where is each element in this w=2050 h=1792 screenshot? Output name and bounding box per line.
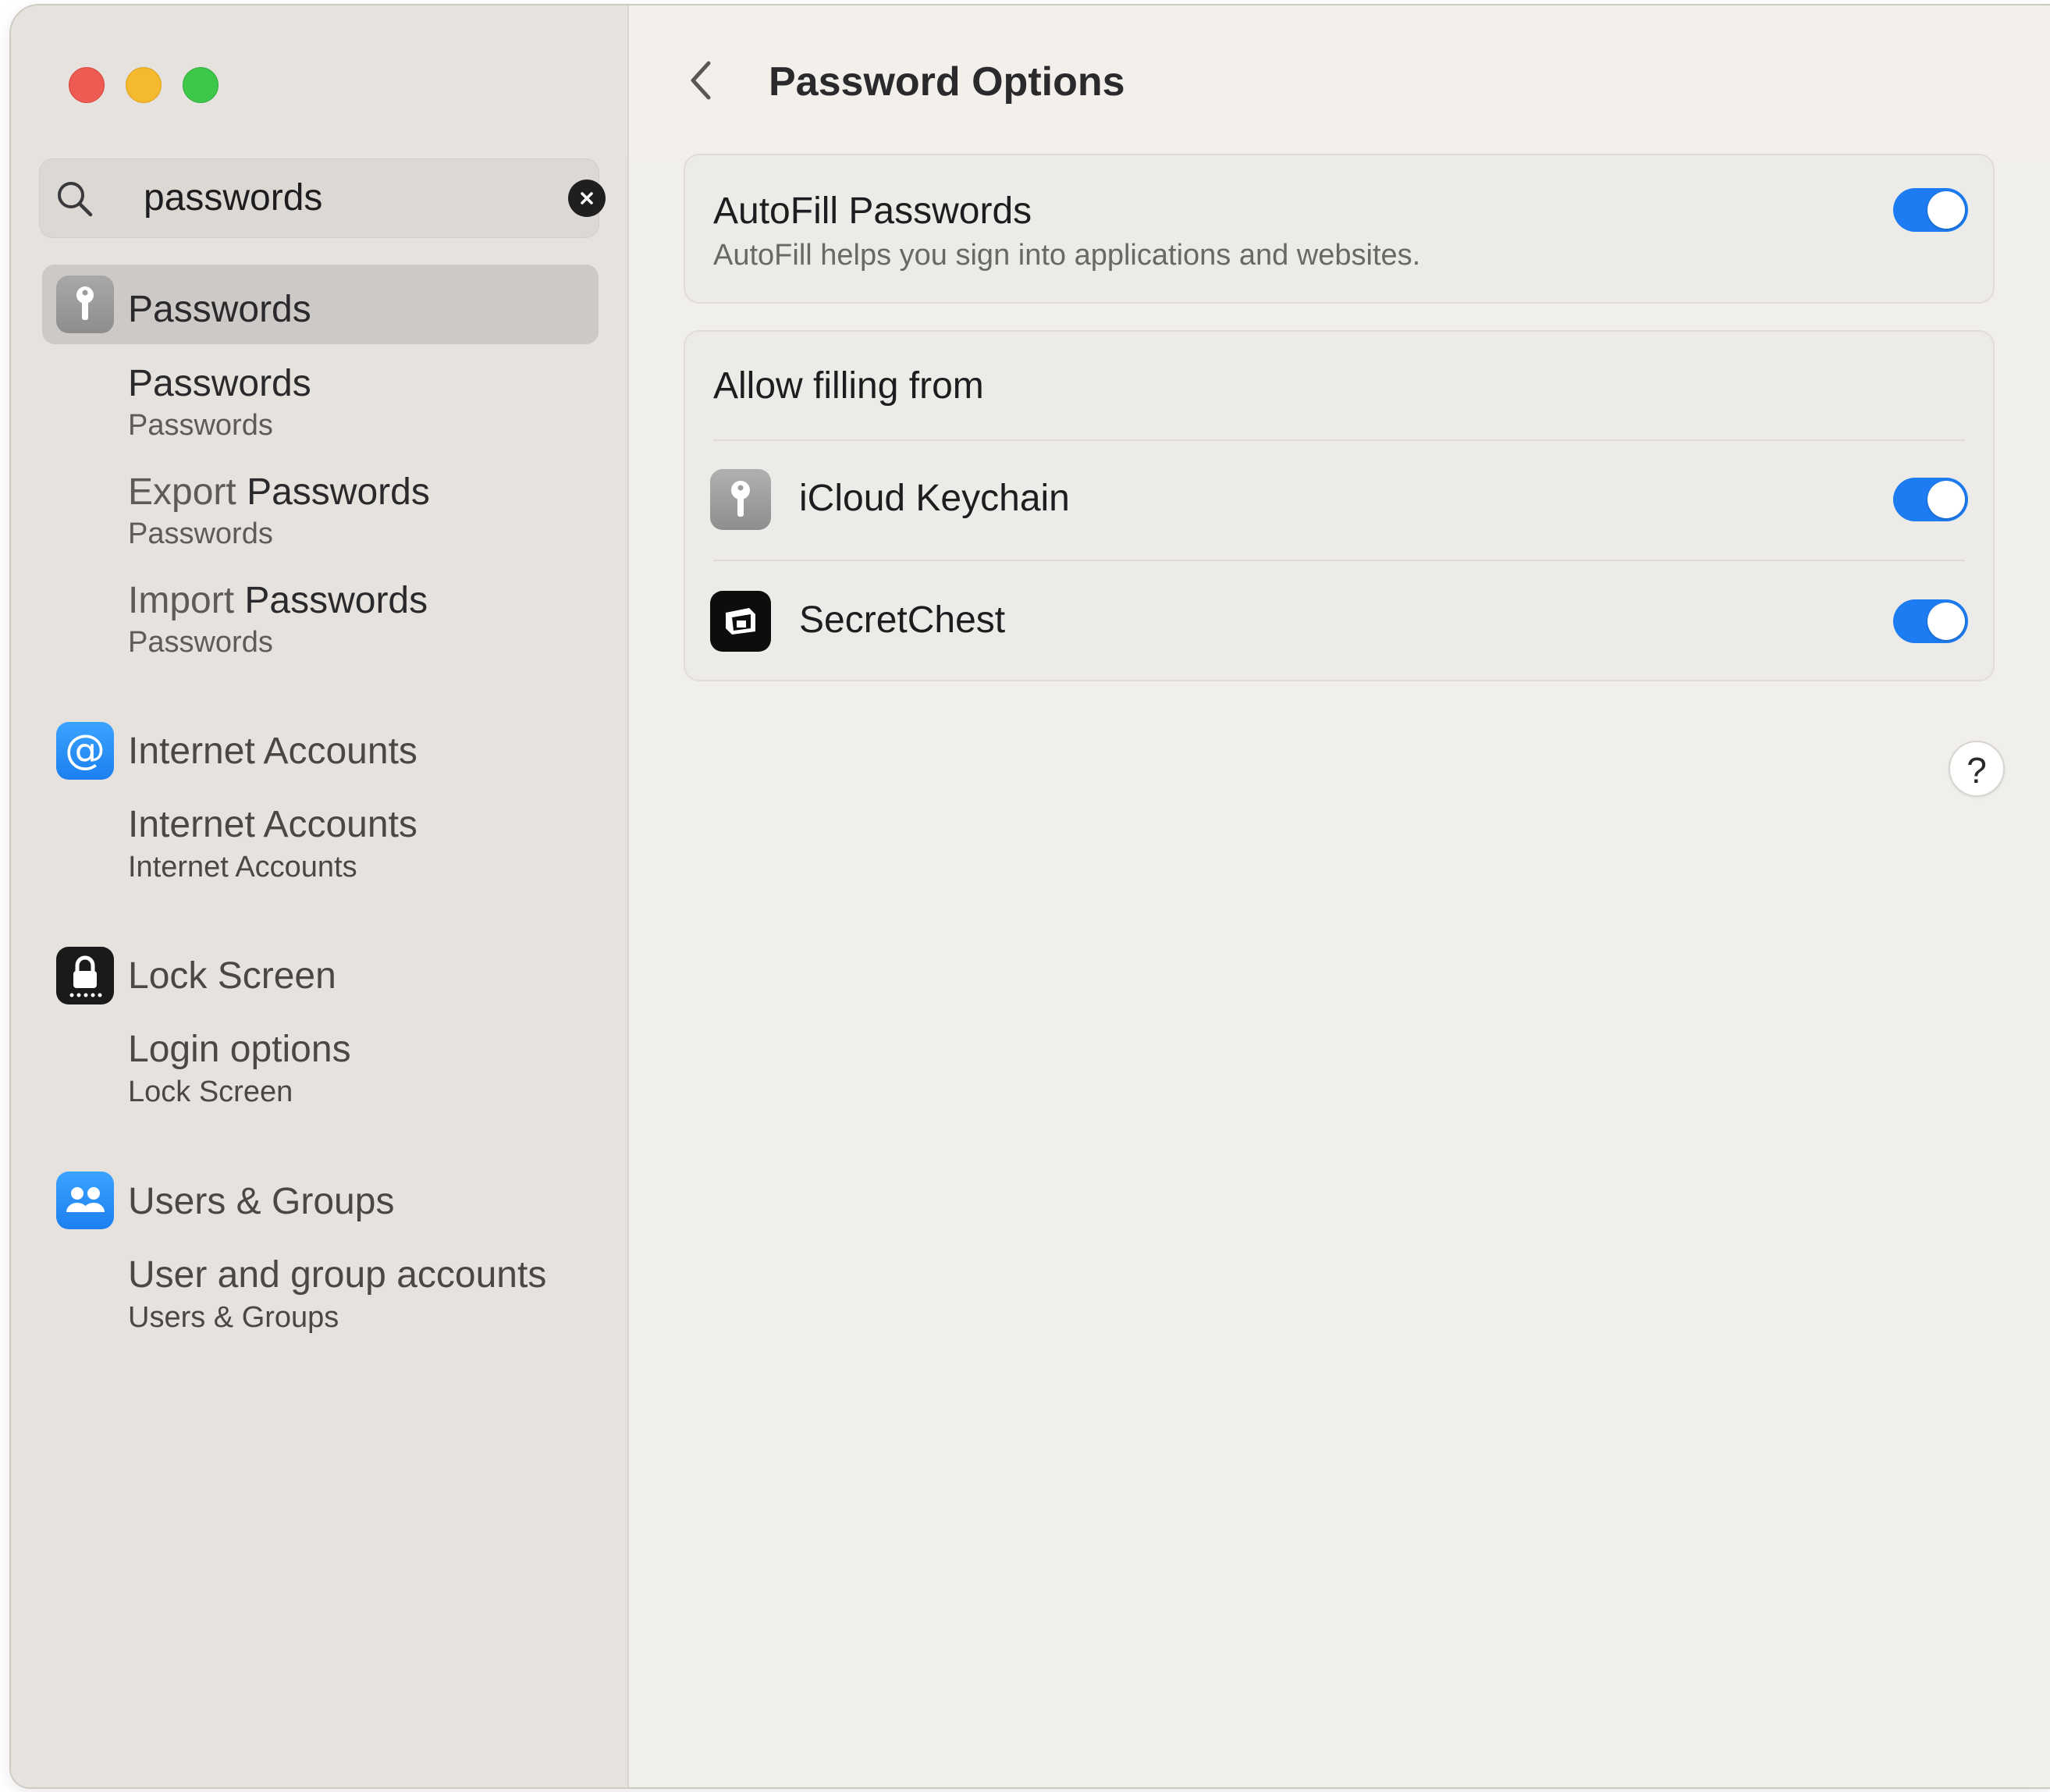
result-title-prefix: Export [128, 471, 247, 513]
icloud-keychain-toggle[interactable] [1893, 478, 1968, 521]
main-pane: Password Options AutoFill Passwords Auto… [629, 5, 2050, 1787]
sidebar-item-internet-accounts[interactable]: Internet Accounts [128, 730, 417, 773]
toggle-knob [1927, 191, 1965, 229]
secretchest-icon [710, 591, 771, 652]
page-title: Password Options [769, 59, 1125, 105]
autofill-toggle[interactable] [1893, 188, 1968, 232]
search-input[interactable]: passwords [144, 176, 322, 221]
zoom-window-button[interactable] [183, 67, 219, 103]
result-caption: Passwords [128, 626, 273, 659]
autofill-title: AutoFill Passwords [713, 190, 1032, 232]
source-label-icloud-keychain: iCloud Keychain [799, 478, 1070, 519]
autofill-description: AutoFill helps you sign into application… [713, 239, 1421, 272]
search-icon [58, 182, 93, 217]
source-label-secretchest: SecretChest [799, 599, 1006, 641]
sidebar-item-label: Passwords [128, 289, 311, 330]
result-caption: Internet Accounts [128, 851, 357, 884]
clear-search-icon[interactable] [568, 180, 606, 217]
allow-filling-card: Allow filling from iCloud Keychain Secre… [684, 330, 1995, 681]
search-result-passwords[interactable]: Passwords [128, 363, 311, 405]
at-icon: @ [56, 722, 114, 780]
divider [713, 439, 1965, 441]
sidebar: passwords Passwords Passwords Passwords … [11, 5, 629, 1787]
users-icon [56, 1172, 114, 1229]
minimize-window-button[interactable] [126, 67, 162, 103]
result-caption: Users & Groups [128, 1301, 339, 1334]
close-window-button[interactable] [69, 67, 105, 103]
search-result-user-group-accounts[interactable]: User and group accounts [128, 1254, 546, 1296]
help-button[interactable]: ? [1949, 741, 2005, 797]
lock-icon [56, 947, 114, 1004]
toggle-knob [1927, 603, 1965, 640]
key-icon [56, 276, 114, 333]
toggle-knob [1927, 481, 1965, 518]
search-field[interactable]: passwords [39, 158, 606, 238]
result-caption: Lock Screen [128, 1076, 293, 1108]
result-caption: Passwords [128, 409, 273, 442]
settings-window: passwords Passwords Passwords Passwords … [11, 5, 2050, 1787]
toolbar: Password Options [629, 5, 2050, 158]
result-title: Passwords [128, 363, 311, 404]
result-caption: Passwords [128, 517, 273, 550]
sidebar-item-users-groups[interactable]: Users & Groups [128, 1180, 394, 1224]
keychain-icon [710, 469, 771, 530]
search-result-internet-accounts[interactable]: Internet Accounts [128, 804, 417, 846]
chevron-left-icon[interactable] [684, 57, 718, 104]
allow-filling-header: Allow filling from [713, 365, 984, 407]
secretchest-toggle[interactable] [1893, 599, 1968, 643]
search-result-login-options[interactable]: Login options [128, 1029, 351, 1071]
sidebar-item-passwords[interactable] [42, 265, 599, 344]
autofill-card: AutoFill Passwords AutoFill helps you si… [684, 154, 1995, 304]
svg-text:@: @ [65, 727, 105, 773]
result-title: Passwords [247, 471, 430, 513]
result-title-prefix: Import [128, 580, 245, 621]
result-title: Passwords [244, 580, 428, 621]
search-result-import-passwords[interactable]: Import Passwords [128, 580, 428, 622]
search-result-export-passwords[interactable]: Export Passwords [128, 471, 430, 514]
sidebar-item-lock-screen[interactable]: Lock Screen [128, 955, 336, 998]
divider [713, 560, 1965, 561]
